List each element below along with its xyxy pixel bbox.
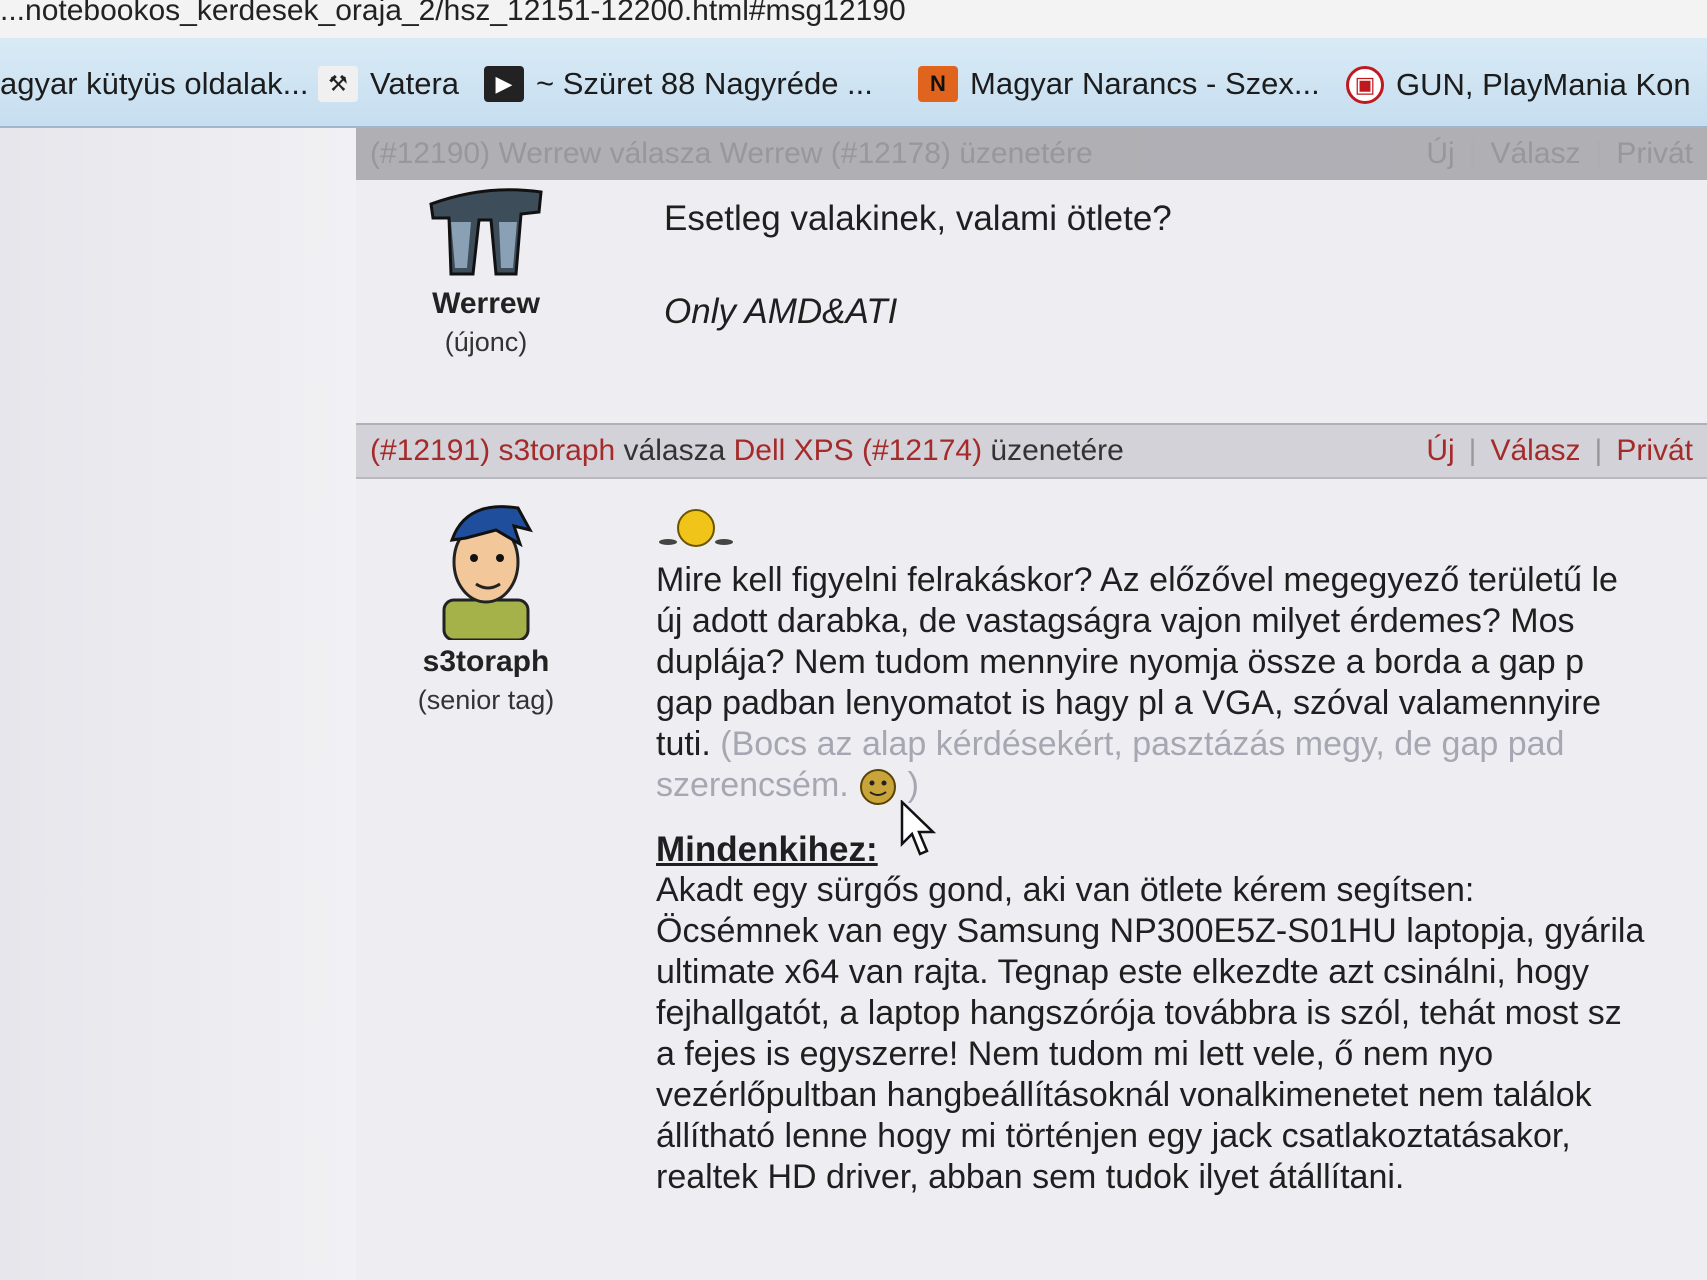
separator: | <box>1594 137 1603 170</box>
bookmark-label: Magyar Narancs - Szex... <box>970 66 1320 101</box>
post-text-line: állítható lenne hogy mi történjen egy ja… <box>656 1117 1571 1156</box>
page-left-margin <box>0 128 356 1280</box>
reply-target-link[interactable]: Dell XPS <box>734 434 854 467</box>
new-link[interactable]: Új <box>1426 137 1454 171</box>
post-text-line: realtek HD driver, abban sem tudok ilyet… <box>656 1158 1405 1197</box>
post-author-block: Werrew (újonc) <box>396 182 576 358</box>
post-text-line: gap padban lenyomatot is hagy pl a VGA, … <box>656 684 1601 722</box>
post-body: Esetleg valakinek, valami ötlete? Only A… <box>664 198 1172 332</box>
post-text-line: Öcsémnek van egy Samsung NP300E5Z-S01HU … <box>656 912 1645 951</box>
reply-word: válasza <box>609 137 712 170</box>
bookmark-gun-playmania[interactable]: ▣ GUN, PlayMania Kon <box>1346 66 1691 104</box>
post-text-line: ultimate x64 van rajta. Tegnap este elke… <box>656 953 1590 992</box>
forum-thread: (#12190) Werrew válasza Werrew (#12178) … <box>356 128 1707 1280</box>
post-header: (#12191) s3toraph válasza Dell XPS (#121… <box>356 423 1707 479</box>
gamepad-icon: ▣ <box>1346 66 1384 104</box>
faded-text: szerencsém. <box>656 766 849 804</box>
bookmark-label: ~ Szüret 88 Nagyréde ... <box>536 66 873 101</box>
post-text-line: duplája? Nem tudom mennyire nyomja össze… <box>656 643 1584 681</box>
bookmark-magyar-narancs[interactable]: N Magyar Narancs - Szex... <box>918 66 1320 102</box>
separator: | <box>1594 434 1603 467</box>
faded-text: (Bocs az alap kérdésekért, pasztázás meg… <box>720 725 1565 763</box>
bookmark-label: agyar kütyüs oldalak... <box>0 66 309 101</box>
author-name[interactable]: Werrew <box>396 287 576 321</box>
bookmark-vatera[interactable]: ⚒ Vatera <box>318 66 459 102</box>
author-rank: (senior tag) <box>417 685 555 715</box>
post-number[interactable]: (#12191) <box>370 434 490 467</box>
smiley-icon <box>860 769 897 806</box>
avatar[interactable] <box>421 182 551 282</box>
section-heading: Mindenkihez: <box>656 830 878 870</box>
separator: | <box>1468 137 1477 170</box>
bookmark-label: GUN, PlayMania Kon <box>1396 67 1691 102</box>
separator: | <box>1468 434 1477 467</box>
post-text-line: Mire kell figyelni felrakáskor? Az előző… <box>656 560 1707 601</box>
post-text-line: vezérlőpultban hangbeállításoknál vonalk… <box>656 1076 1592 1115</box>
post-author-link[interactable]: s3toraph <box>498 434 615 467</box>
mouse-cursor-icon <box>900 800 936 856</box>
bookmark-kutyus[interactable]: agyar kütyüs oldalak... <box>0 66 308 102</box>
n-logo-icon: N <box>918 66 958 102</box>
post-text-line: Akadt egy sürgős gond, aki van ötlete ké… <box>656 871 1475 910</box>
reply-target-number[interactable]: (#12178) <box>831 137 951 170</box>
post-text-line: fejhallgatót, a laptop hangszórója továb… <box>656 994 1622 1033</box>
hammer-icon: ⚒ <box>318 66 358 102</box>
thinking-smiley-icon <box>659 509 733 547</box>
post-header-title: (#12191) s3toraph válasza Dell XPS (#121… <box>356 434 1124 468</box>
post-actions: Új | Válasz | Privát <box>1426 137 1707 171</box>
youtube-icon: ▶ <box>484 66 524 102</box>
private-link[interactable]: Privát <box>1616 434 1693 468</box>
reply-suffix: üzenetére <box>990 434 1124 467</box>
bookmark-szuret[interactable]: ▶ ~ Szüret 88 Nagyréde ... <box>484 66 873 102</box>
new-link[interactable]: Új <box>1426 434 1454 468</box>
address-bar[interactable]: ...notebookos_kerdesek_oraja_2/hsz_12151… <box>0 0 1707 39</box>
private-link[interactable]: Privát <box>1616 137 1693 171</box>
signature: Only AMD&ATI <box>664 292 898 331</box>
author-rank: (újonc) <box>444 327 528 357</box>
reply-suffix: üzenetére <box>959 137 1093 170</box>
reply-link[interactable]: Válasz <box>1490 137 1580 171</box>
reply-link[interactable]: Válasz <box>1490 434 1580 468</box>
post-text-line: új adott darabka, de vastagságra vajon m… <box>656 602 1575 640</box>
post-body: Mire kell figyelni felrakáskor? Az előző… <box>656 506 1707 1198</box>
avatar[interactable] <box>426 500 546 642</box>
post-header-title: (#12190) Werrew válasza Werrew (#12178) … <box>356 137 1093 171</box>
post-text-line: a fejes is egyszerre! Nem tudom mi lett … <box>656 1035 1494 1074</box>
post-text-line: szerencsém. ) <box>656 765 1707 807</box>
faded-text-close: ) <box>907 766 919 804</box>
post-header: (#12190) Werrew válasza Werrew (#12178) … <box>356 128 1707 180</box>
reply-target-link[interactable]: Werrew <box>720 137 823 170</box>
url-text: ...notebookos_kerdesek_oraja_2/hsz_12151… <box>0 0 906 27</box>
post-number[interactable]: (#12190) <box>370 137 490 170</box>
post-text-line: tuti. (Bocs az alap kérdésekért, pasztáz… <box>656 724 1707 765</box>
post-author-link[interactable]: Werrew <box>498 137 601 170</box>
post-text-line: Esetleg valakinek, valami ötlete? <box>664 199 1172 238</box>
bookmarks-bar: agyar kütyüs oldalak... ⚒ Vatera ▶ ~ Szü… <box>0 38 1707 128</box>
bookmark-label: Vatera <box>370 66 460 101</box>
post-text-line-content: Mire kell figyelni felrakáskor? Az előző… <box>656 561 1618 599</box>
post-actions: Új | Válasz | Privát <box>1426 434 1707 468</box>
reply-target-number[interactable]: (#12174) <box>862 434 982 467</box>
reply-word: válasza <box>623 434 726 467</box>
post-text-line-content: tuti. <box>656 725 711 763</box>
post-author-block: s3toraph (senior tag) <box>396 500 576 716</box>
author-name[interactable]: s3toraph <box>396 645 576 679</box>
